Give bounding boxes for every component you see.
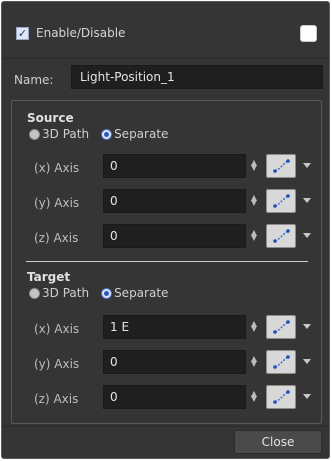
source-z-function-button[interactable] [266, 224, 296, 248]
source-x-chevron-down-icon[interactable] [303, 163, 311, 168]
function-curve-icon [273, 355, 290, 369]
source-title: Source [27, 111, 74, 125]
source-separate-label[interactable]: Separate [114, 127, 168, 141]
target-title: Target [27, 270, 71, 284]
enable-checkbox[interactable]: ✓ [16, 26, 29, 40]
enable-label: Enable/Disable [36, 26, 126, 40]
target-separate-radio[interactable] [101, 287, 113, 299]
target-y-spinner-icon[interactable]: ▲ ▼ [250, 355, 258, 368]
function-curve-icon [273, 390, 290, 404]
source-z-axis-label: (z) Axis [34, 231, 79, 245]
position-group: Source 3D Path Separate (x) Axis 0 ▲ ▼ (y… [11, 100, 322, 424]
target-z-chevron-down-icon[interactable] [303, 394, 311, 399]
source-x-axis-field[interactable]: 0 [103, 154, 246, 178]
source-y-function-button[interactable] [266, 189, 296, 213]
function-curve-icon [273, 159, 290, 173]
function-curve-icon [273, 194, 290, 208]
divider [2, 58, 329, 59]
source-3dpath-label[interactable]: 3D Path [42, 127, 89, 141]
target-y-axis-label: (y) Axis [34, 357, 80, 371]
source-x-axis-label: (x) Axis [34, 161, 80, 175]
target-mode-radio-group: 3D Path Separate [29, 286, 180, 300]
target-separate-label[interactable]: Separate [114, 286, 168, 300]
function-curve-icon [273, 320, 290, 334]
divider [2, 426, 329, 427]
source-y-spinner-icon[interactable]: ▲ ▼ [250, 194, 258, 207]
target-y-function-button[interactable] [266, 350, 296, 374]
source-z-chevron-down-icon[interactable] [303, 233, 311, 238]
enable-row[interactable]: ✓ Enable/Disable [16, 26, 125, 40]
target-x-chevron-down-icon[interactable] [303, 324, 311, 329]
target-z-axis-field[interactable]: 0 [103, 385, 246, 409]
target-3dpath-label[interactable]: 3D Path [42, 286, 89, 300]
color-swatch[interactable] [300, 25, 317, 42]
source-z-spinner-icon[interactable]: ▲ ▼ [250, 229, 258, 242]
target-x-axis-field[interactable]: 1 E [103, 315, 246, 339]
source-x-spinner-icon[interactable]: ▲ ▼ [250, 159, 258, 172]
name-field[interactable]: Light-Position_1 [71, 65, 323, 89]
section-separator [26, 261, 308, 262]
target-y-axis-field[interactable]: 0 [103, 350, 246, 374]
source-mode-radio-group: 3D Path Separate [29, 127, 180, 141]
source-y-axis-label: (y) Axis [34, 196, 80, 210]
source-x-function-button[interactable] [266, 154, 296, 178]
name-label: Name: [14, 73, 54, 87]
function-curve-icon [273, 229, 290, 243]
source-separate-radio[interactable] [101, 128, 113, 140]
source-3dpath-radio[interactable] [29, 128, 40, 140]
target-z-spinner-icon[interactable]: ▲ ▼ [250, 390, 258, 403]
target-x-function-button[interactable] [266, 315, 296, 339]
target-x-spinner-icon[interactable]: ▲ ▼ [250, 320, 258, 333]
layer-properties-dialog: ✓ Enable/Disable Name: Light-Position_1 … [1, 1, 330, 459]
target-3dpath-radio[interactable] [29, 287, 40, 299]
target-y-chevron-down-icon[interactable] [303, 359, 311, 364]
target-z-axis-label: (z) Axis [34, 392, 79, 406]
source-y-chevron-down-icon[interactable] [303, 198, 311, 203]
source-y-axis-field[interactable]: 0 [103, 189, 246, 213]
target-x-axis-label: (x) Axis [34, 322, 80, 336]
target-z-function-button[interactable] [266, 385, 296, 409]
close-button[interactable]: Close [234, 430, 322, 454]
source-z-axis-field[interactable]: 0 [103, 224, 246, 248]
